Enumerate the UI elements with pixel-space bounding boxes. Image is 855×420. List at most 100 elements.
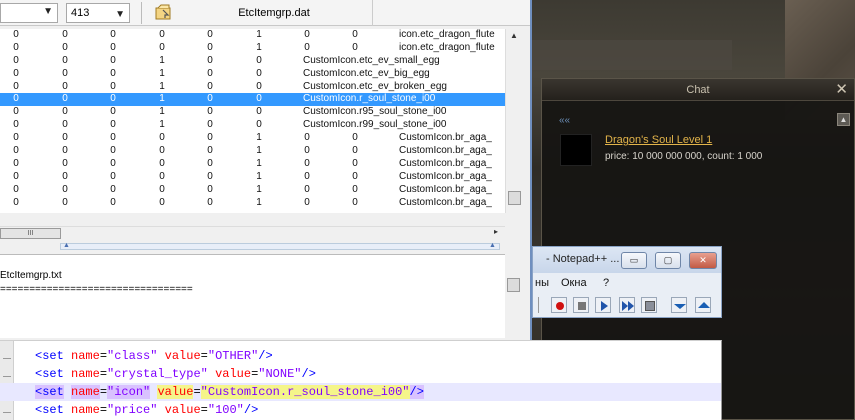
code-token: <set [35,403,64,417]
table-row[interactable]: 0 0 0 1 0 0 CustomIcon.r_soul_stone_i00 [0,93,505,107]
chat-scroll-up-icon[interactable]: ▲ [837,113,850,126]
table-row[interactable]: 0 0 0 0 0 1 0 0 CustomIcon.br_aga_ [0,158,505,171]
chat-close-icon[interactable]: ✕ [835,79,848,101]
run-macro-multiple-icon[interactable] [619,297,635,313]
table-cell: 0 [207,157,213,169]
icon-name-cell: CustomIcon.br_aga_ [399,145,492,157]
minimize-button[interactable]: ▭ [621,252,647,269]
table-row[interactable]: 0 0 0 0 0 1 0 0 CustomIcon.br_aga_ [0,132,505,145]
chat-title: Chat [686,84,710,96]
table-cell: 1 [159,106,165,118]
table-cell: 0 [13,119,19,131]
table-row[interactable]: 0 0 0 0 0 1 0 0 icon.etc_dragon_flute [0,29,505,42]
scroll-thumb[interactable] [508,191,521,205]
menu-item-windows[interactable]: Окна [561,277,587,289]
version-select[interactable]: 413 ▼ [66,3,130,23]
table-cell: 0 [256,93,262,105]
scroll-up-icon[interactable]: ▲ [510,31,518,40]
table-cell: 0 [352,29,358,40]
code-token: "icon" [107,385,151,399]
log-scroll-thumb[interactable] [507,278,520,292]
table-cell: 1 [256,157,262,169]
table-row[interactable]: 0 0 0 0 0 1 0 0 icon.etc_dragon_flute [0,42,505,55]
table-row[interactable]: 0 0 0 0 0 1 0 0 CustomIcon.br_aga_ [0,145,505,158]
table-cell: 0 [110,157,116,169]
grid-vertical-scrollbar[interactable]: ▲ [505,29,522,213]
code-line[interactable]: <set name="price" value="100"/> [0,401,721,419]
code-token: value [164,349,201,363]
grid-horizontal-scrollbar[interactable]: III ▸ [0,226,505,240]
zoom-out-icon[interactable] [671,297,687,313]
table-row[interactable]: 0 0 0 0 0 1 0 0 CustomIcon.br_aga_ [0,184,505,197]
table-cell: 0 [13,183,19,195]
table-cell: 0 [256,80,262,92]
table-cell: 0 [62,41,68,53]
table-cell: 1 [159,119,165,131]
game-floor [532,40,732,70]
table-row[interactable]: 0 0 0 1 0 0 CustomIcon.etc_ev_big_egg [0,68,505,81]
table-cell: 0 [13,41,19,53]
icon-name-cell: CustomIcon.etc_ev_broken_egg [303,80,447,92]
maximize-button[interactable]: ▢ [655,252,681,269]
table-cell: 0 [110,41,116,53]
table-cell: 0 [13,54,19,66]
table-cell: 0 [304,132,310,144]
log-vertical-scrollbar[interactable] [505,254,522,338]
log-output: EtcItemgrp.txt =========================… [0,254,505,338]
code-token: "price" [107,403,158,417]
play-macro-icon[interactable] [595,297,611,313]
table-cell: 0 [13,157,19,169]
table-cell: 1 [256,29,262,40]
stop-macro-icon[interactable] [573,297,589,313]
table-cell: 0 [110,196,116,208]
code-token: <set [35,349,64,363]
zoom-in-icon[interactable] [695,297,711,313]
notepadpp-window: - Notepad++ ... ▭ ▢ ✕ ны Окна ? [532,246,722,318]
code-line[interactable]: <set name="icon" value="CustomIcon.r_sou… [0,383,721,401]
table-cell: 0 [110,106,116,118]
code-token: /> [258,349,273,363]
code-token: name [71,403,100,417]
table-cell: 0 [159,132,165,144]
table-row[interactable]: 0 0 0 1 0 0 CustomIcon.etc_ev_small_egg [0,55,505,68]
table-cell: 0 [62,157,68,169]
scroll-right-icon[interactable]: ▸ [494,227,498,236]
table-cell: 0 [13,93,19,105]
table-row[interactable]: 0 0 0 0 0 1 0 0 CustomIcon.br_aga_ [0,197,505,210]
menu-item-partial[interactable]: ны [535,277,549,289]
table-row[interactable]: 0 0 0 1 0 0 CustomIcon.etc_ev_broken_egg [0,81,505,94]
close-button[interactable]: ✕ [689,252,717,269]
splitter-arrow-icon: ▲ [63,242,70,249]
icon-name-cell: icon.etc_dragon_flute [399,41,495,53]
table-cell: 0 [352,145,358,157]
table-cell: 0 [13,106,19,118]
chat-tab-expand[interactable]: «« [559,115,570,126]
code-token: name [71,385,100,399]
table-cell: 0 [304,29,310,40]
table-row[interactable]: 0 0 0 0 0 1 0 0 CustomIcon.br_aga_ [0,171,505,184]
dat-editor-window: ▼ 413 ▼ EtcItemgrp.dat 0 0 0 0 0 1 0 0 icon.etc_… [0,0,532,340]
table-cell: 0 [304,41,310,53]
code-token: /> [243,403,259,417]
table-cell: 0 [159,29,165,40]
table-cell: 0 [110,132,116,144]
hscroll-thumb[interactable]: III [0,228,61,239]
icon-name-cell: CustomIcon.r99_soul_stone_i00 [303,119,447,131]
code-editor[interactable]: <set name="class" value="OTHER"/> <set na… [0,340,722,420]
menu-item-help[interactable]: ? [603,277,609,289]
table-cell: 0 [352,170,358,182]
table-row[interactable]: 0 0 0 1 0 0 CustomIcon.r99_soul_stone_i00 [0,119,505,132]
table-cell: 0 [110,67,116,79]
code-line[interactable]: <set name="crystal_type" value="NONE"/> [0,365,721,383]
record-macro-icon[interactable] [551,297,567,313]
table-cell: 0 [207,93,213,105]
save-macro-icon[interactable] [641,297,657,313]
open-file-button[interactable] [154,4,174,22]
data-grid[interactable]: 0 0 0 0 0 1 0 0 icon.etc_dragon_flute 0 0 0 0 0 1 0 0 ico… [0,29,505,213]
item-link[interactable]: Dragon's Soul Level 1 [605,134,712,146]
table-row[interactable]: 0 0 0 1 0 0 CustomIcon.r95_soul_stone_i00 [0,106,505,119]
code-line[interactable]: <set name="class" value="OTHER"/> [0,347,721,365]
pane-splitter[interactable]: ▲ ▲ [60,242,500,250]
type-select[interactable]: ▼ [0,3,58,23]
splitter-arrow-icon: ▲ [489,242,496,249]
